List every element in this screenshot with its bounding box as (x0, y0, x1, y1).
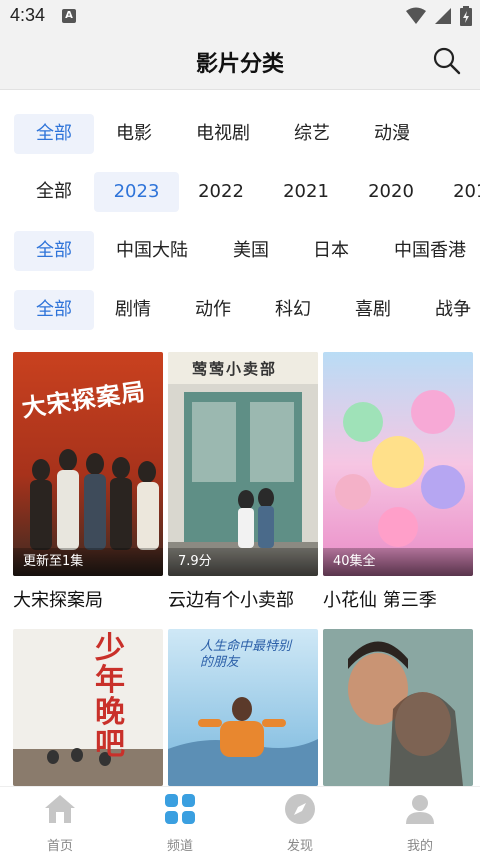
poster-title-art: 莺莺小卖部 (192, 360, 278, 378)
person-icon (406, 795, 434, 824)
poster-image[interactable]: 大宋探案局 更新至1集 (13, 352, 163, 576)
nav-channel-label: 频道 (166, 839, 193, 853)
card-title[interactable]: 云边有个小卖部 (168, 586, 294, 612)
poster-image[interactable]: 40集全 (323, 352, 473, 576)
filter-year-2023[interactable]: 2023 (94, 172, 179, 212)
filter-year-all[interactable]: 全部 (14, 172, 94, 212)
filter-row-year: 全部 2023 2022 2021 2020 2019 (0, 172, 480, 212)
filter-row-genre: 全部 剧情 动作 科幻 喜剧 战争 (0, 290, 480, 330)
compass-icon (285, 794, 315, 824)
nav-mine[interactable]: 我的 (360, 787, 480, 853)
card-title[interactable]: 小花仙 第三季 (323, 586, 437, 612)
filter-year-2021[interactable]: 2021 (265, 172, 347, 212)
episode-badge: 40集全 (323, 548, 473, 576)
filter-region-hongkong[interactable]: 中国香港 (382, 231, 478, 271)
filter-type-all[interactable]: 全部 (14, 114, 94, 154)
channel-grid-icon (165, 794, 195, 824)
page-title: 影片分类 (195, 52, 284, 77)
filter-type-tv[interactable]: 电视剧 (188, 114, 258, 154)
filter-type-movie[interactable]: 电影 (100, 114, 168, 154)
filter-type-anime[interactable]: 动漫 (358, 114, 426, 154)
nav-mine-label: 我的 (406, 839, 433, 853)
notification-a-icon: A (62, 9, 76, 23)
nav-home-label: 首页 (46, 839, 73, 853)
nav-home[interactable]: 首页 (0, 787, 120, 853)
bottom-navigation: 首页 频道 发现 我的 (0, 786, 480, 853)
search-icon[interactable] (432, 46, 462, 76)
episode-badge: 更新至1集 (13, 548, 163, 576)
poster-image[interactable]: 莺莺小卖部 7.9分 (168, 352, 318, 576)
poster-image[interactable]: 少年晚吧 (13, 629, 163, 786)
status-icons (406, 6, 472, 26)
battery-icon (460, 6, 472, 26)
poster-title-art: 人生命中最特别的朋友 (200, 639, 292, 670)
filter-type-variety[interactable]: 综艺 (278, 114, 346, 154)
filter-region-usa[interactable]: 美国 (218, 231, 284, 271)
status-time: 4:34 (10, 5, 46, 25)
nav-discover-label: 发现 (286, 839, 313, 853)
filter-genre-scifi[interactable]: 科幻 (260, 290, 326, 330)
filter-genre-drama[interactable]: 剧情 (100, 290, 166, 330)
home-icon (45, 795, 75, 823)
filter-genre-war[interactable]: 战争 (420, 290, 480, 330)
filter-year-2020[interactable]: 2020 (350, 172, 432, 212)
filter-year-2022[interactable]: 2022 (180, 172, 262, 212)
card-title[interactable]: 大宋探案局 (13, 586, 103, 612)
filter-genre-comedy[interactable]: 喜剧 (340, 290, 406, 330)
filter-region-all[interactable]: 全部 (14, 231, 94, 271)
poster-image[interactable]: 人生命中最特别的朋友 (168, 629, 318, 786)
filter-row-region: 全部 中国大陆 美国 日本 中国香港 (0, 231, 480, 271)
filter-row-type: 全部 电影 电视剧 综艺 动漫 (0, 114, 480, 154)
status-bar: 4:34 A (0, 0, 480, 32)
signal-icon (435, 8, 451, 24)
wifi-icon (406, 7, 426, 24)
filter-year-2019[interactable]: 2019 (435, 172, 480, 212)
rating-badge: 7.9分 (168, 548, 318, 576)
filter-genre-action[interactable]: 动作 (180, 290, 246, 330)
nav-channel[interactable]: 频道 (120, 787, 240, 853)
filter-region-mainland[interactable]: 中国大陆 (104, 231, 200, 271)
page-header: 影片分类 (0, 32, 480, 90)
poster-title-art: 少年晚吧 (95, 631, 125, 762)
nav-discover[interactable]: 发现 (240, 787, 360, 853)
filter-genre-all[interactable]: 全部 (14, 290, 94, 330)
filter-region-japan[interactable]: 日本 (298, 231, 364, 271)
poster-image[interactable] (323, 629, 473, 786)
